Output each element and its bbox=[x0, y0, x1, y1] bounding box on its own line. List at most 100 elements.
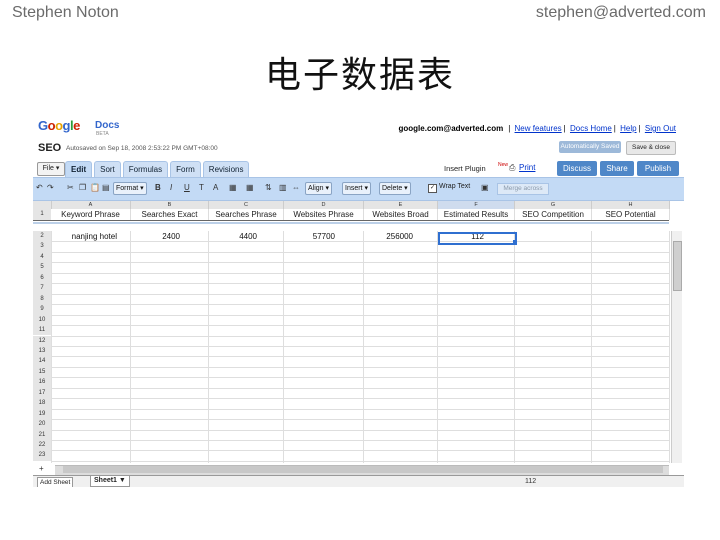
bold-button[interactable]: B bbox=[155, 183, 161, 192]
cell-grid[interactable]: 2 3 4 5 6 7 8 9 10 11 12 13 14 15 16 17 18 19 20 21 22 23 bbox=[33, 231, 670, 463]
row-number[interactable]: 7 bbox=[33, 283, 51, 294]
insert-plugin-link[interactable]: Insert Plugin bbox=[444, 164, 486, 173]
column-header-g[interactable]: G bbox=[515, 201, 592, 209]
wrap-text-checkbox[interactable]: ✓ bbox=[428, 184, 437, 193]
cut-icon[interactable]: ✂ bbox=[67, 183, 74, 192]
save-close-button[interactable]: Save & close bbox=[626, 141, 676, 155]
insert-dropdown[interactable]: Insert ▾ bbox=[342, 182, 371, 195]
row-number[interactable]: 12 bbox=[33, 335, 51, 346]
row-number[interactable]: 1 bbox=[33, 209, 51, 220]
merge-across-button[interactable]: Merge across bbox=[497, 183, 549, 195]
tab-revisions[interactable]: Revisions bbox=[202, 161, 250, 177]
header-cell[interactable]: SEO Competition bbox=[515, 209, 592, 220]
cell-c2[interactable]: 4400 bbox=[209, 232, 257, 242]
italic-button[interactable]: I bbox=[170, 183, 172, 192]
docs-home-link[interactable]: Docs Home bbox=[570, 124, 612, 133]
add-rows-button[interactable]: + bbox=[39, 464, 44, 473]
horizontal-scroll-thumb[interactable] bbox=[63, 466, 663, 473]
add-sheet-button[interactable]: Add Sheet bbox=[37, 477, 74, 487]
header-cell[interactable]: Websites Broad bbox=[364, 209, 438, 220]
fill-color-icon[interactable]: ▦ bbox=[229, 183, 237, 192]
row-number[interactable]: 11 bbox=[33, 325, 51, 336]
column-header-h[interactable]: H bbox=[592, 201, 670, 209]
row-number[interactable]: 4 bbox=[33, 251, 51, 263]
cell-d2[interactable]: 57700 bbox=[284, 232, 335, 242]
cell-b2[interactable]: 2400 bbox=[131, 232, 180, 242]
borders-icon[interactable]: ▦ bbox=[246, 183, 254, 192]
paste-icon[interactable]: 📋 bbox=[90, 183, 100, 192]
tab-edit[interactable]: Edit bbox=[65, 161, 93, 177]
publish-button[interactable]: Publish bbox=[637, 161, 679, 176]
printer-icon[interactable]: ⎙ bbox=[509, 163, 515, 173]
row-number[interactable]: 3 bbox=[33, 241, 51, 252]
autosaved-button[interactable]: Automatically Saved bbox=[559, 141, 621, 153]
row-number[interactable]: 23 bbox=[33, 450, 51, 461]
row-number[interactable]: 20 bbox=[33, 419, 51, 430]
row-number[interactable]: 8 bbox=[33, 293, 51, 305]
header-cell[interactable]: Estimated Results bbox=[438, 209, 515, 220]
column-header-b[interactable]: B bbox=[131, 201, 209, 209]
row-number[interactable]: 9 bbox=[33, 304, 51, 315]
copy-icon[interactable]: ❐ bbox=[79, 183, 86, 192]
sheet1-tab[interactable]: Sheet1 ▼ bbox=[90, 476, 130, 487]
header-cell[interactable]: Websites Phrase bbox=[284, 209, 364, 220]
tab-sort[interactable]: Sort bbox=[94, 161, 121, 177]
row-number[interactable]: 14 bbox=[33, 356, 51, 367]
cell-e2[interactable]: 256000 bbox=[364, 232, 413, 242]
discuss-button[interactable]: Discuss bbox=[557, 161, 597, 176]
column-header-f[interactable]: F bbox=[438, 201, 515, 209]
row-gridline bbox=[51, 345, 669, 347]
column-gridline bbox=[363, 231, 364, 463]
format-painter-icon[interactable]: ▤ bbox=[102, 183, 110, 192]
tab-formulas[interactable]: Formulas bbox=[122, 161, 169, 177]
vertical-scroll-thumb[interactable] bbox=[673, 241, 682, 291]
print-link[interactable]: Print bbox=[519, 163, 535, 172]
row-number[interactable]: 15 bbox=[33, 366, 51, 378]
column-header-e[interactable]: E bbox=[364, 201, 438, 209]
cell-a2[interactable]: nanjing hotel bbox=[55, 232, 117, 242]
align-dropdown[interactable]: Align ▾ bbox=[305, 182, 333, 195]
undo-icon[interactable]: ↶ bbox=[36, 183, 43, 192]
row-number[interactable]: 18 bbox=[33, 398, 51, 409]
header-cell[interactable]: SEO Potential bbox=[592, 209, 670, 220]
help-link[interactable]: Help bbox=[620, 124, 636, 133]
share-button[interactable]: Share bbox=[600, 161, 634, 176]
row-number[interactable]: 10 bbox=[33, 314, 51, 326]
redo-icon[interactable]: ↷ bbox=[47, 183, 54, 192]
autosave-status: Autosaved on Sep 18, 2008 2:53:22 PM GMT… bbox=[66, 145, 218, 152]
new-features-link[interactable]: New features bbox=[515, 124, 562, 133]
row-number[interactable]: 2 bbox=[33, 231, 51, 242]
google-logo[interactable]: Google bbox=[38, 118, 80, 133]
corner-cell[interactable] bbox=[33, 201, 52, 209]
merge-icon[interactable]: ▣ bbox=[481, 183, 489, 192]
chart-icon[interactable]: ▥ bbox=[279, 183, 287, 192]
delete-dropdown[interactable]: Delete ▾ bbox=[379, 182, 411, 195]
column-width-icon[interactable]: ⇔ bbox=[292, 183, 300, 192]
freeze-bar[interactable] bbox=[33, 222, 669, 224]
row-number[interactable]: 13 bbox=[33, 345, 51, 357]
tab-form[interactable]: Form bbox=[170, 161, 201, 177]
selection-summary: 112 bbox=[525, 478, 537, 485]
sort-icon[interactable]: ⇅ bbox=[265, 183, 272, 192]
column-header-c[interactable]: C bbox=[209, 201, 284, 209]
header-cell[interactable]: Searches Exact bbox=[131, 209, 209, 220]
document-title[interactable]: SEO bbox=[38, 142, 61, 154]
underline-button[interactable]: U bbox=[184, 183, 190, 192]
row-number[interactable]: 5 bbox=[33, 262, 51, 273]
row-number[interactable]: 17 bbox=[33, 387, 51, 399]
sign-out-link[interactable]: Sign Out bbox=[645, 124, 676, 133]
header-cell[interactable]: Keyword Phrase bbox=[51, 209, 131, 220]
row-number[interactable]: 21 bbox=[33, 429, 51, 440]
file-menu-button[interactable]: File ▾ bbox=[37, 162, 65, 176]
column-header-d[interactable]: D bbox=[284, 201, 364, 209]
column-header-a[interactable]: A bbox=[51, 201, 131, 209]
header-cell[interactable]: Searches Phrase bbox=[209, 209, 284, 220]
row-number[interactable]: 6 bbox=[33, 272, 51, 284]
font-size-icon[interactable]: T bbox=[199, 183, 204, 192]
row-number[interactable]: 16 bbox=[33, 377, 51, 388]
row-number[interactable]: 19 bbox=[33, 408, 51, 420]
fill-handle[interactable] bbox=[513, 240, 517, 244]
row-number[interactable]: 22 bbox=[33, 440, 51, 451]
text-color-icon[interactable]: A bbox=[213, 183, 218, 192]
format-dropdown[interactable]: Format ▾ bbox=[113, 182, 147, 195]
